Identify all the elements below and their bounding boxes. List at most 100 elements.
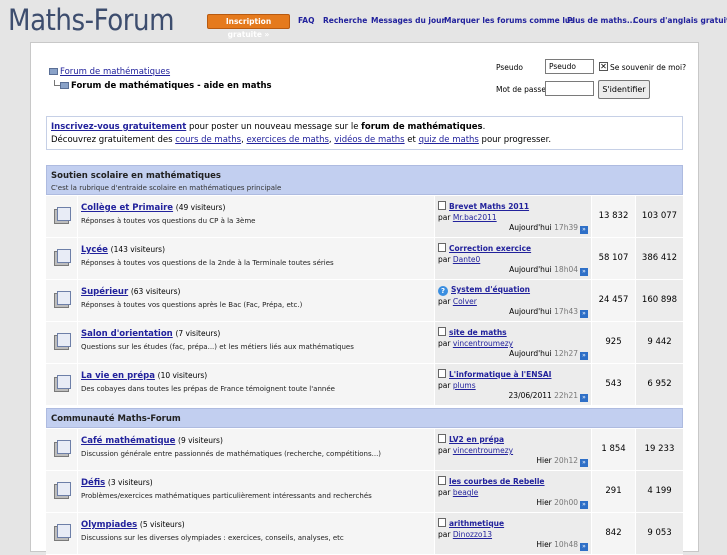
last-post-author[interactable]: Dante0 xyxy=(453,255,480,264)
post-count: 9 053 xyxy=(636,513,683,554)
document-icon xyxy=(438,518,446,527)
forum-row: Collège et Primaire (49 visiteurs) Répons… xyxy=(46,196,683,238)
forum-status-cell xyxy=(46,322,78,363)
nav-search[interactable]: Recherche xyxy=(323,16,367,25)
forum-title-line: Café mathématique (9 visiteurs) xyxy=(81,436,223,446)
breadcrumb-root-link[interactable]: Forum de mathématiques xyxy=(60,67,170,77)
go-to-last-post-icon[interactable]: » xyxy=(580,394,588,402)
post-count: 386 412 xyxy=(636,238,683,279)
last-post-title-line: ? System d'équation xyxy=(438,285,530,296)
last-post-author[interactable]: Mr.bac2011 xyxy=(453,213,497,222)
forum-visitors: (5 visiteurs) xyxy=(139,520,185,529)
category-title[interactable]: Soutien scolaire en mathématiques xyxy=(51,171,221,181)
forum-description: Des cobayes dans toutes les prépas de Fr… xyxy=(81,385,335,393)
last-post-time: 12h27 xyxy=(554,349,578,358)
post-count: 160 898 xyxy=(636,280,683,321)
forum-status-cell xyxy=(46,364,78,405)
last-post-date: Hier 10h48» xyxy=(536,540,588,551)
forum-title-link[interactable]: Salon d'orientation xyxy=(81,329,173,339)
forum-info-cell: Défis (3 visiteurs) Problèmes/exercices m… xyxy=(78,471,435,512)
nav-english-courses[interactable]: Cours d'anglais gratuits xyxy=(633,16,727,25)
last-post-author[interactable]: Dinozzo13 xyxy=(453,530,492,539)
forum-status-cell xyxy=(46,471,78,512)
password-label: Mot de passe xyxy=(496,85,546,94)
last-post-author[interactable]: Colver xyxy=(453,297,477,306)
nav-faq[interactable]: FAQ xyxy=(298,16,314,25)
site-logo[interactable]: Maths-Forum xyxy=(8,3,175,37)
last-post-link[interactable]: System d'équation xyxy=(451,285,530,294)
post-count: 103 077 xyxy=(636,196,683,237)
signup-button[interactable]: Inscription gratuite » xyxy=(207,14,290,39)
last-post-title-line: arithmetique xyxy=(438,518,504,528)
notice-line-1: Inscrivez-vous gratuitement pour poster … xyxy=(51,121,678,134)
nav-mark-read[interactable]: Marquer les forums comme lus xyxy=(444,16,575,25)
forum-status-cell xyxy=(46,238,78,279)
forum-title-line: Lycée (143 visiteurs) xyxy=(81,245,165,255)
go-to-last-post-icon[interactable]: » xyxy=(580,352,588,360)
pseudo-input[interactable] xyxy=(545,59,594,74)
forum-title-link[interactable]: Défis xyxy=(81,478,105,488)
last-post-link[interactable]: Brevet Maths 2011 xyxy=(449,202,529,211)
link-exercices[interactable]: exercices de maths xyxy=(246,135,328,145)
go-to-last-post-icon[interactable]: » xyxy=(580,226,588,234)
thread-count: 543 xyxy=(592,364,636,405)
last-post-link[interactable]: LV2 en prépa xyxy=(449,435,504,444)
forum-title-line: Collège et Primaire (49 visiteurs) xyxy=(81,203,225,213)
password-input[interactable] xyxy=(545,81,594,96)
last-post-cell: les courbes de Rebelle par beagle Hier 20h… xyxy=(435,471,592,512)
last-post-prefix: par xyxy=(438,297,453,306)
forum-title-link[interactable]: Café mathématique xyxy=(81,436,175,446)
forum-row: Lycée (143 visiteurs) Réponses à toutes v… xyxy=(46,238,683,280)
go-to-last-post-icon[interactable]: » xyxy=(580,543,588,551)
last-post-day: Aujourd'hui xyxy=(509,265,555,274)
last-post-link[interactable]: L'informatique à l'ENSAI xyxy=(449,370,551,379)
forum-visitors: (9 visiteurs) xyxy=(178,436,223,445)
forum-folder-icon xyxy=(54,482,71,499)
last-post-time: 17h39 xyxy=(554,223,578,232)
go-to-last-post-icon[interactable]: » xyxy=(580,459,588,467)
forum-description: Questions sur les études (fac, prépa...)… xyxy=(81,343,354,351)
document-icon xyxy=(438,243,446,252)
last-post-cell: Brevet Maths 2011 par Mr.bac2011 Aujourd'h… xyxy=(435,196,592,237)
last-post-author[interactable]: plums xyxy=(453,381,476,390)
forum-title-link[interactable]: Olympiades xyxy=(81,520,137,530)
last-post-author[interactable]: vincentroumezy xyxy=(453,446,513,455)
last-post-link[interactable]: site de maths xyxy=(449,328,507,337)
forum-title-link[interactable]: La vie en prépa xyxy=(81,371,155,381)
link-videos[interactable]: vidéos de maths xyxy=(334,135,404,145)
last-post-author-line: par beagle xyxy=(438,488,478,497)
link-cours[interactable]: cours de maths xyxy=(175,135,241,145)
remember-checkbox[interactable]: ✕ xyxy=(599,62,608,71)
go-to-last-post-icon[interactable]: » xyxy=(580,310,588,318)
nav-daily-messages[interactable]: Messages du jour xyxy=(371,16,445,25)
last-post-author[interactable]: vincentroumezy xyxy=(453,339,513,348)
link-quiz[interactable]: quiz de maths xyxy=(419,135,479,145)
last-post-link[interactable]: Correction exercice xyxy=(449,244,531,253)
notice-signup-link[interactable]: Inscrivez-vous gratuitement xyxy=(51,122,186,132)
last-post-time: 17h43 xyxy=(554,307,578,316)
go-to-last-post-icon[interactable]: » xyxy=(580,268,588,276)
forum-title-link[interactable]: Supérieur xyxy=(81,287,128,297)
forum-description: Réponses à toutes vos questions après le… xyxy=(81,301,303,309)
last-post-time: 20h12 xyxy=(554,456,578,465)
thread-count: 842 xyxy=(592,513,636,554)
last-post-date: Hier 20h00» xyxy=(536,498,588,509)
last-post-link[interactable]: les courbes de Rebelle xyxy=(449,477,545,486)
last-post-author[interactable]: beagle xyxy=(453,488,478,497)
last-post-date: 23/06/2011 22h21» xyxy=(509,391,588,402)
last-post-day: Aujourd'hui xyxy=(509,307,555,316)
thread-count: 13 832 xyxy=(592,196,636,237)
forum-title-link[interactable]: Lycée xyxy=(81,245,108,255)
login-button[interactable]: S'identifier xyxy=(598,80,650,99)
pseudo-label: Pseudo xyxy=(496,63,524,72)
forum-description: Discussions sur les diverses olympiades … xyxy=(81,534,344,542)
thread-count: 291 xyxy=(592,471,636,512)
go-to-last-post-icon[interactable]: » xyxy=(580,501,588,509)
forum-row: Salon d'orientation (7 visiteurs) Questio… xyxy=(46,322,683,364)
forum-folder-icon xyxy=(54,333,71,350)
last-post-cell: arithmetique par Dinozzo13 Hier 10h48» xyxy=(435,513,592,554)
forum-title-link[interactable]: Collège et Primaire xyxy=(81,203,173,213)
last-post-link[interactable]: arithmetique xyxy=(449,519,504,528)
nav-more-maths[interactable]: Plus de maths... xyxy=(567,16,635,25)
category-title[interactable]: Communauté Maths-Forum xyxy=(51,414,181,424)
